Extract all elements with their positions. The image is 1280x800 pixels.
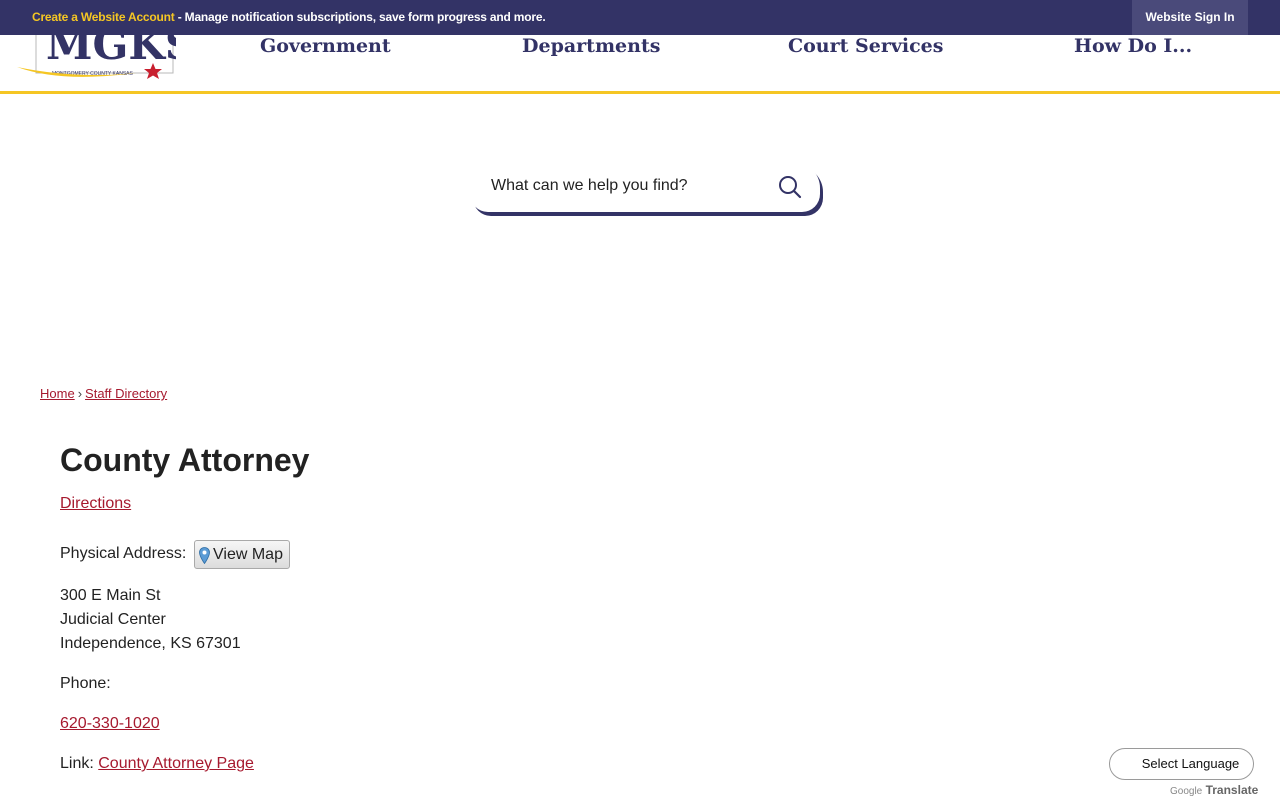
- link-label: Link:: [60, 755, 94, 772]
- account-message: Create a Website Account - Manage notifi…: [32, 0, 546, 35]
- nav-court-services[interactable]: Court Services: [788, 35, 943, 57]
- sign-in-button[interactable]: Website Sign In: [1132, 0, 1248, 35]
- breadcrumb: Home › Staff Directory: [40, 386, 167, 401]
- site-header: MGKS MONTGOMERY COUNTY KANSAS Government…: [0, 35, 1280, 94]
- link-row: Link: County Attorney Page: [60, 755, 254, 773]
- top-account-bar: Create a Website Account - Manage notifi…: [0, 0, 1280, 35]
- search-area: [470, 162, 824, 218]
- nav-government[interactable]: Government: [260, 35, 391, 57]
- google-translate-credit: Google Translate: [1170, 783, 1258, 797]
- county-attorney-page-link[interactable]: County Attorney Page: [98, 755, 254, 772]
- directions-link[interactable]: Directions: [60, 495, 131, 513]
- account-message-text: - Manage notification subscriptions, sav…: [174, 10, 546, 24]
- create-account-link[interactable]: Create a Website Account: [32, 10, 175, 24]
- breadcrumb-staff-directory[interactable]: Staff Directory: [85, 386, 167, 401]
- physical-address-label: Physical Address:: [60, 545, 187, 562]
- address-line-1: 300 E Main St: [60, 587, 161, 604]
- county-logo-graphic: MGKS MONTGOMERY COUNTY KANSAS: [17, 35, 176, 79]
- nav-departments[interactable]: Departments: [522, 35, 660, 57]
- view-map-label: View Map: [213, 546, 283, 563]
- breadcrumb-home[interactable]: Home: [40, 386, 75, 401]
- translate-text: Translate: [1205, 783, 1259, 797]
- search-icon: [779, 176, 802, 199]
- logo-text: MGKS: [46, 35, 176, 69]
- breadcrumb-separator: ›: [77, 386, 83, 401]
- google-logo-text: Google: [1170, 786, 1203, 797]
- address-line-2: Judicial Center: [60, 611, 166, 628]
- search-button[interactable]: [776, 173, 804, 201]
- phone-label: Phone:: [60, 675, 111, 692]
- nav-how-do-i[interactable]: How Do I...: [1074, 35, 1192, 57]
- phone-link[interactable]: 620-330-1020: [60, 715, 160, 733]
- map-pin-icon: [199, 547, 210, 564]
- address-line-3: Independence, KS 67301: [60, 635, 241, 652]
- county-logo[interactable]: MGKS MONTGOMERY COUNTY KANSAS: [16, 35, 176, 81]
- page-title: County Attorney: [60, 442, 310, 478]
- search-box: [470, 162, 820, 212]
- view-map-button[interactable]: View Map: [194, 540, 290, 569]
- search-input[interactable]: [470, 162, 770, 210]
- select-language-dropdown[interactable]: Select Language: [1109, 748, 1254, 780]
